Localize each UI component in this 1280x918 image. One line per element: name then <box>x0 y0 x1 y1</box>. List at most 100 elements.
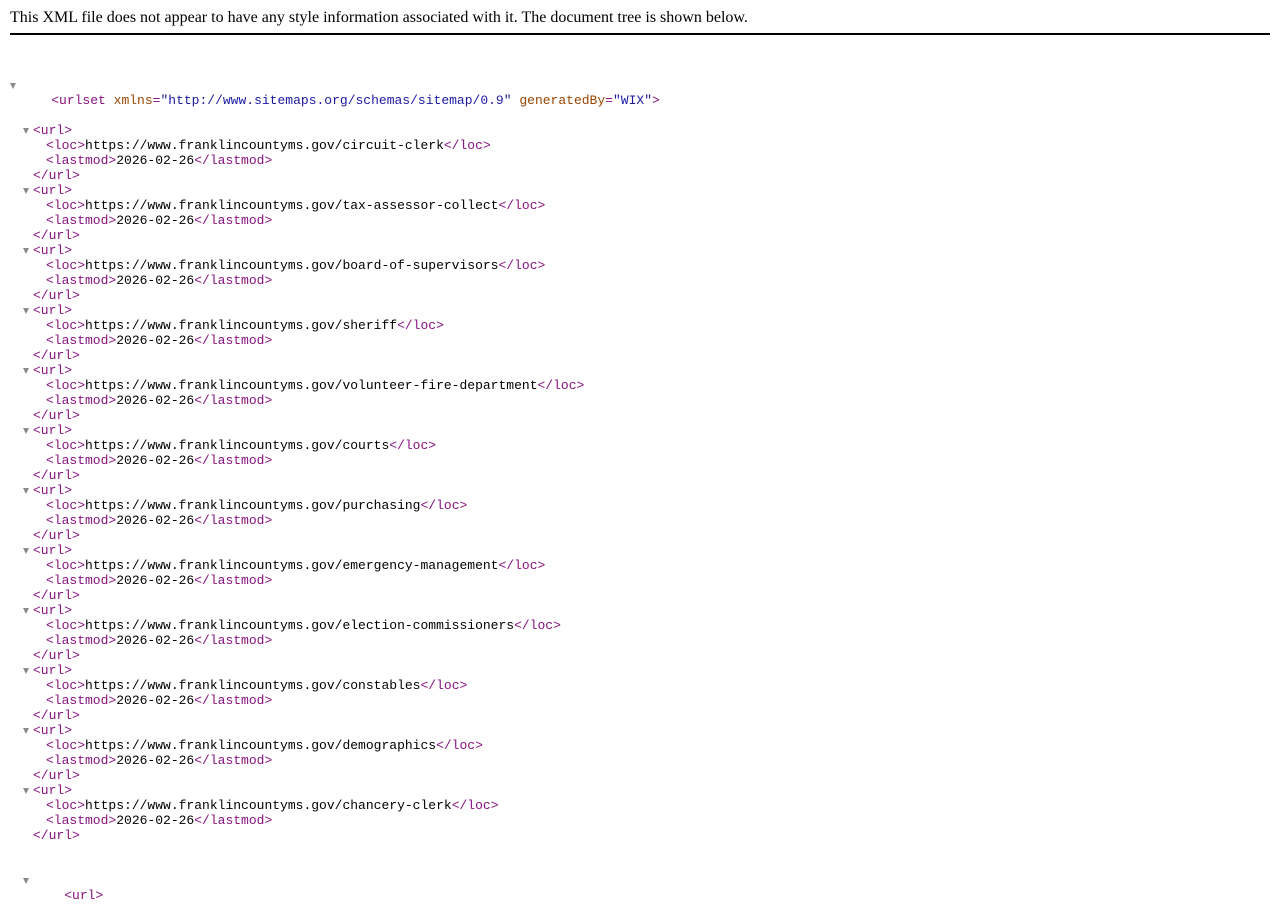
url-open-tag: <url> <box>33 723 73 738</box>
lastmod-close-tag: </lastmod> <box>194 573 273 588</box>
collapse-triangle-icon[interactable] <box>23 428 29 434</box>
loc-line: <loc>https://www.franklincountyms.gov/el… <box>0 618 660 633</box>
url-close-tag: </url> <box>33 588 80 603</box>
lastmod-open-tag: <lastmod> <box>46 153 117 168</box>
url-close-line: </url> <box>0 768 660 783</box>
lastmod-open-tag: <lastmod> <box>46 393 117 408</box>
loc-close-tag: </loc> <box>451 798 499 813</box>
lastmod-open-tag: <lastmod> <box>46 813 117 828</box>
collapse-triangle-icon[interactable] <box>23 128 29 134</box>
collapse-triangle-icon[interactable] <box>23 488 29 494</box>
loc-close-tag: </loc> <box>498 258 546 273</box>
loc-close-tag: </loc> <box>498 558 546 573</box>
loc-line: <loc>https://www.franklincountyms.gov/sh… <box>0 318 660 333</box>
loc-open-tag: <loc> <box>46 318 86 333</box>
loc-value: https://www.franklincountyms.gov/circuit… <box>85 138 444 153</box>
lastmod-close-tag: </lastmod> <box>194 393 273 408</box>
url-open-line: <url> <box>0 603 660 618</box>
url-entries: <url> <loc>https://www.franklincountyms.g… <box>0 123 660 843</box>
url-close-line: </url> <box>0 828 660 843</box>
loc-line: <loc>https://www.franklincountyms.gov/de… <box>0 738 660 753</box>
collapse-triangle-icon[interactable] <box>23 668 29 674</box>
loc-open-tag: <loc> <box>46 378 86 393</box>
lastmod-value: 2026-02-26 <box>116 393 195 408</box>
loc-open-tag: <loc> <box>46 138 86 153</box>
lastmod-line: <lastmod>2026-02-26</lastmod> <box>0 213 660 228</box>
lastmod-open-tag: <lastmod> <box>46 333 117 348</box>
xmlns-attr-value: "http://www.sitemaps.org/schemas/sitemap… <box>160 93 512 108</box>
lastmod-close-tag: </lastmod> <box>194 333 273 348</box>
collapse-triangle-icon[interactable] <box>23 608 29 614</box>
lastmod-value: 2026-02-26 <box>116 273 195 288</box>
url-close-line: </url> <box>0 288 660 303</box>
loc-line: <loc>https://www.franklincountyms.gov/ta… <box>0 198 660 213</box>
url-close-tag: </url> <box>33 828 80 843</box>
collapse-triangle-icon[interactable] <box>23 368 29 374</box>
url-open-tag: <url> <box>33 603 73 618</box>
lastmod-value: 2026-02-26 <box>116 213 195 228</box>
lastmod-value: 2026-02-26 <box>116 813 195 828</box>
lastmod-line: <lastmod>2026-02-26</lastmod> <box>0 273 660 288</box>
url-open-tag: <url> <box>33 243 73 258</box>
lastmod-line: <lastmod>2026-02-26</lastmod> <box>0 333 660 348</box>
loc-value: https://www.franklincountyms.gov/sheriff <box>85 318 398 333</box>
lastmod-value: 2026-02-26 <box>116 753 195 768</box>
lastmod-open-tag: <lastmod> <box>46 573 117 588</box>
url-close-tag: </url> <box>33 228 80 243</box>
lastmod-close-tag: </lastmod> <box>194 693 273 708</box>
lastmod-value: 2026-02-26 <box>116 153 195 168</box>
url-close-line: </url> <box>0 708 660 723</box>
loc-close-tag: </loc> <box>420 498 468 513</box>
loc-line: <loc>https://www.franklincountyms.gov/em… <box>0 558 660 573</box>
lastmod-line: <lastmod>2026-02-26</lastmod> <box>0 513 660 528</box>
loc-open-tag: <loc> <box>46 618 86 633</box>
lastmod-line: <lastmod>2026-02-26</lastmod> <box>0 753 660 768</box>
url-close-line: </url> <box>0 528 660 543</box>
lastmod-open-tag: <lastmod> <box>46 753 117 768</box>
loc-line: <loc>https://www.franklincountyms.gov/co… <box>0 438 660 453</box>
loc-close-tag: </loc> <box>420 678 468 693</box>
lastmod-value: 2026-02-26 <box>116 633 195 648</box>
url-partial-line: <url> <box>0 873 660 903</box>
collapse-triangle-icon[interactable] <box>10 83 16 89</box>
collapse-triangle-icon[interactable] <box>23 308 29 314</box>
loc-value: https://www.franklincountyms.gov/tax-ass… <box>85 198 499 213</box>
loc-value: https://www.franklincountyms.gov/demogra… <box>85 738 437 753</box>
lastmod-open-tag: <lastmod> <box>46 513 117 528</box>
lastmod-close-tag: </lastmod> <box>194 513 273 528</box>
url-close-tag: </url> <box>33 408 80 423</box>
loc-line: <loc>https://www.franklincountyms.gov/co… <box>0 678 660 693</box>
url-open-line: <url> <box>0 483 660 498</box>
lastmod-line: <lastmod>2026-02-26</lastmod> <box>0 393 660 408</box>
lastmod-close-tag: </lastmod> <box>194 753 273 768</box>
xmlns-attr-name: xmlns <box>113 93 153 108</box>
header-divider <box>10 33 1270 35</box>
url-open-line: <url> <box>0 543 660 558</box>
lastmod-line: <lastmod>2026-02-26</lastmod> <box>0 633 660 648</box>
url-close-tag: </url> <box>33 768 80 783</box>
url-open-line: <url> <box>0 723 660 738</box>
collapse-triangle-icon[interactable] <box>23 188 29 194</box>
loc-open-tag: <loc> <box>46 678 86 693</box>
url-close-line: </url> <box>0 408 660 423</box>
collapse-triangle-icon[interactable] <box>23 248 29 254</box>
lastmod-close-tag: </lastmod> <box>194 453 273 468</box>
url-open-line: <url> <box>0 783 660 798</box>
loc-line: <loc>https://www.franklincountyms.gov/ci… <box>0 138 660 153</box>
url-close-tag: </url> <box>33 708 80 723</box>
collapse-triangle-icon[interactable] <box>23 878 29 884</box>
loc-value: https://www.franklincountyms.gov/purchas… <box>85 498 421 513</box>
collapse-triangle-icon[interactable] <box>23 548 29 554</box>
lastmod-close-tag: </lastmod> <box>194 633 273 648</box>
collapse-triangle-icon[interactable] <box>23 788 29 794</box>
url-open-tag: <url> <box>33 543 73 558</box>
lastmod-close-tag: </lastmod> <box>194 813 273 828</box>
loc-line: <loc>https://www.franklincountyms.gov/pu… <box>0 498 660 513</box>
lastmod-open-tag: <lastmod> <box>46 453 117 468</box>
collapse-triangle-icon[interactable] <box>23 728 29 734</box>
loc-line: <loc>https://www.franklincountyms.gov/bo… <box>0 258 660 273</box>
url-close-tag: </url> <box>33 468 80 483</box>
lastmod-line: <lastmod>2026-02-26</lastmod> <box>0 693 660 708</box>
url-open-line: <url> <box>0 243 660 258</box>
loc-close-tag: </loc> <box>498 198 546 213</box>
